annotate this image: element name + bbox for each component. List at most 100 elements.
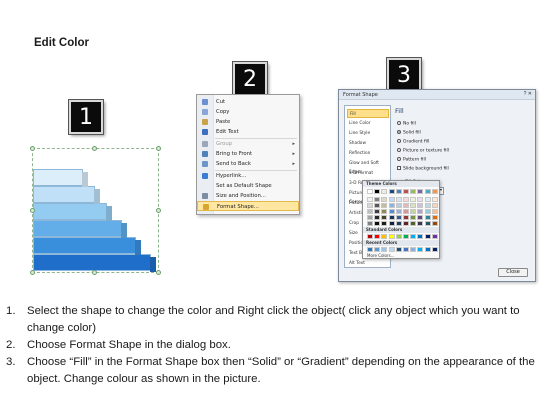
color-swatch[interactable] (417, 247, 424, 252)
color-swatch[interactable] (374, 234, 381, 239)
category-line-color[interactable]: Line Color (347, 119, 389, 128)
color-swatch[interactable] (410, 215, 417, 220)
color-swatch[interactable] (367, 209, 373, 214)
menu-item-paste[interactable]: Paste (197, 117, 299, 127)
color-swatch[interactable] (395, 247, 402, 252)
resize-handle[interactable] (92, 270, 97, 275)
color-swatch[interactable] (381, 221, 388, 226)
resize-handle[interactable] (30, 208, 35, 213)
menu-item-group[interactable]: Group ▸ (197, 139, 299, 149)
color-swatch[interactable] (410, 234, 417, 239)
color-swatch[interactable] (381, 197, 388, 202)
color-swatch[interactable] (402, 203, 409, 208)
color-swatch[interactable] (424, 197, 431, 202)
color-swatch[interactable] (431, 234, 438, 239)
color-swatch[interactable] (424, 234, 431, 239)
fill-option-slide-background-fill[interactable]: Slide background fill (397, 166, 449, 172)
color-swatch[interactable] (388, 209, 395, 214)
category-3-d-format[interactable]: 3-D Format (347, 169, 389, 178)
fill-option-gradient-fill[interactable]: Gradient fill (397, 139, 429, 145)
category-alt-text[interactable]: Alt Text (347, 259, 389, 268)
color-swatch[interactable] (395, 197, 402, 202)
resize-handle[interactable] (30, 146, 35, 151)
selected-stairs-shape[interactable] (30, 146, 161, 275)
color-swatch[interactable] (402, 209, 409, 214)
resize-handle[interactable] (92, 146, 97, 151)
color-swatch[interactable] (388, 215, 395, 220)
color-swatch[interactable] (367, 247, 373, 252)
resize-handle[interactable] (156, 208, 161, 213)
color-swatch[interactable] (402, 221, 409, 226)
more-colors-link[interactable]: More Colors... (367, 253, 395, 258)
color-swatch[interactable] (424, 189, 431, 194)
menu-item-set-as-default-shape[interactable]: Set as Default Shape (197, 181, 299, 191)
color-swatch[interactable] (395, 209, 402, 214)
color-swatch[interactable] (410, 197, 417, 202)
color-swatch[interactable] (374, 209, 381, 214)
color-swatch[interactable] (374, 197, 381, 202)
color-swatch[interactable] (367, 203, 373, 208)
color-swatch[interactable] (395, 215, 402, 220)
fill-option-solid-fill[interactable]: Solid fill (397, 130, 421, 136)
color-swatch[interactable] (424, 221, 431, 226)
color-swatch[interactable] (381, 215, 388, 220)
color-swatch[interactable] (374, 203, 381, 208)
menu-item-bring-to-front[interactable]: Bring to Front ▸ (197, 149, 299, 159)
color-swatch[interactable] (424, 247, 431, 252)
color-swatch[interactable] (374, 215, 381, 220)
color-swatch[interactable] (388, 197, 395, 202)
color-swatch[interactable] (410, 209, 417, 214)
color-swatch[interactable] (410, 203, 417, 208)
category-reflection[interactable]: Reflection (347, 149, 389, 158)
color-swatch[interactable] (424, 203, 431, 208)
category-fill[interactable]: Fill (347, 109, 389, 118)
color-swatch[interactable] (374, 247, 381, 252)
color-swatch[interactable] (388, 203, 395, 208)
color-swatch[interactable] (388, 189, 395, 194)
color-swatch[interactable] (402, 189, 409, 194)
color-swatch[interactable] (424, 209, 431, 214)
color-swatch[interactable] (395, 189, 402, 194)
color-swatch[interactable] (388, 247, 395, 252)
resize-handle[interactable] (156, 146, 161, 151)
fill-option-no-fill[interactable]: No fill (397, 121, 416, 127)
color-swatch[interactable] (374, 189, 381, 194)
color-swatch[interactable] (381, 203, 388, 208)
color-swatch[interactable] (395, 221, 402, 226)
color-swatch[interactable] (381, 189, 388, 194)
color-swatch[interactable] (367, 189, 373, 194)
color-swatch[interactable] (395, 234, 402, 239)
color-swatch[interactable] (431, 221, 438, 226)
color-swatch[interactable] (417, 203, 424, 208)
color-swatch[interactable] (417, 209, 424, 214)
color-swatch[interactable] (388, 234, 395, 239)
color-swatch[interactable] (381, 209, 388, 214)
menu-item-send-to-back[interactable]: Send to Back ▸ (197, 159, 299, 169)
category-shadow[interactable]: Shadow (347, 139, 389, 148)
color-swatch[interactable] (367, 215, 373, 220)
menu-item-format-shape[interactable]: Format Shape... (197, 201, 299, 211)
menu-item-size-and-position[interactable]: Size and Position... (197, 191, 299, 201)
menu-item-hyperlink[interactable]: Hyperlink... (197, 171, 299, 181)
help-icon[interactable]: ? (524, 91, 527, 97)
resize-handle[interactable] (30, 270, 35, 275)
fill-option-pattern-fill[interactable]: Pattern fill (397, 157, 426, 163)
color-swatch[interactable] (431, 247, 438, 252)
color-swatch[interactable] (410, 221, 417, 226)
color-swatch[interactable] (410, 189, 417, 194)
color-swatch[interactable] (381, 247, 388, 252)
color-swatch[interactable] (417, 189, 424, 194)
color-swatch[interactable] (367, 221, 373, 226)
close-icon[interactable]: ✕ (528, 91, 532, 97)
color-swatch[interactable] (417, 215, 424, 220)
close-button[interactable]: Close (498, 268, 528, 277)
fill-option-picture-or-texture-fill[interactable]: Picture or texture fill (397, 148, 449, 154)
color-swatch[interactable] (431, 215, 438, 220)
resize-handle[interactable] (156, 270, 161, 275)
color-swatch[interactable] (395, 203, 402, 208)
menu-item-edit-text[interactable]: Edit Text (197, 127, 299, 137)
category-line-style[interactable]: Line Style (347, 129, 389, 138)
color-swatch[interactable] (424, 215, 431, 220)
color-swatch[interactable] (417, 234, 424, 239)
color-swatch[interactable] (402, 247, 409, 252)
